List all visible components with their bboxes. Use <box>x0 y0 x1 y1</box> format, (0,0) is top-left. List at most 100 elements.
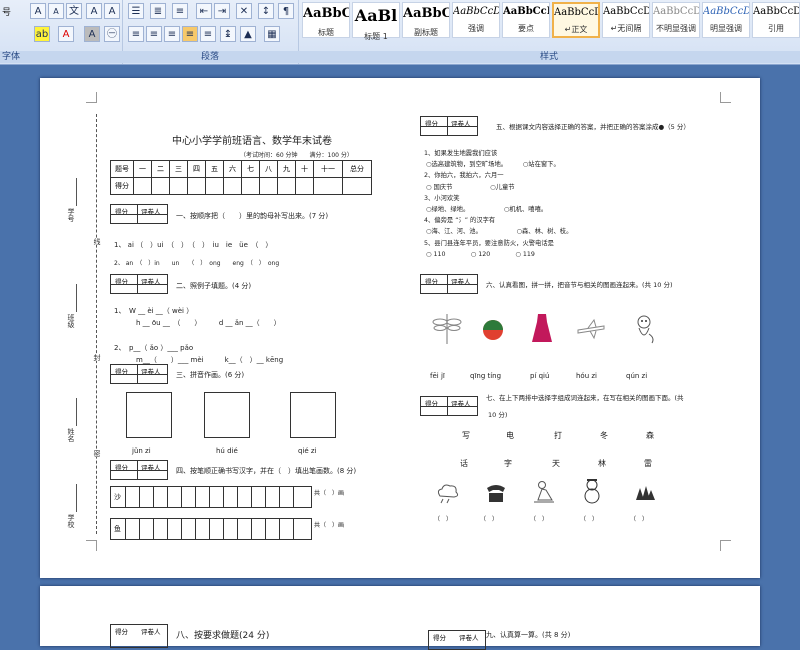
character-border-button[interactable]: A <box>104 3 120 19</box>
highlight-button[interactable]: ab <box>34 26 50 42</box>
distributed-button[interactable]: ≡ <box>200 26 216 42</box>
q7-points: 10 分) <box>488 411 508 419</box>
q4-heading: 四、按笔顺正确书写汉字，并在（ ）填出笔画数。(8 分) <box>176 467 357 475</box>
score-cell[interactable] <box>205 177 224 195</box>
score-cell[interactable] <box>187 177 206 195</box>
score-box-divider <box>111 214 167 215</box>
align-right-button[interactable]: ≡ <box>164 26 180 42</box>
child-writing-image <box>534 481 554 503</box>
style-7[interactable]: AaBbCcDd 不明显强调 <box>652 2 700 38</box>
style-4[interactable]: AaBbCcD 要点 <box>502 2 550 38</box>
score-cell[interactable] <box>295 177 314 195</box>
binding-label: 姓名 <box>67 428 75 442</box>
sort-button[interactable]: ↕ <box>258 3 274 19</box>
shading-button[interactable]: ▲ <box>240 26 256 42</box>
show-marks-button[interactable]: ¶ <box>278 3 294 19</box>
align-center-button[interactable]: ≡ <box>146 26 162 42</box>
score-cell[interactable] <box>169 177 188 195</box>
telephone-image <box>487 485 505 502</box>
increase-indent-button[interactable]: ⇥ <box>214 3 230 19</box>
borders-button[interactable]: ▦ <box>264 26 280 42</box>
enclose-character-button[interactable]: ㊀ <box>104 26 120 42</box>
document-page-1[interactable]: 学号 班级 姓名 学校 线封密 中心小学学前班语言、数学年末试卷 （考试时间：60 分钟… <box>40 78 760 578</box>
writing-cell-divider <box>293 487 308 507</box>
writing-cell-divider <box>153 519 168 539</box>
q7-heading: 七、在上下两排中选择字组成词连起来，在写在相关的图画下面。(共 <box>486 394 684 402</box>
score-box-divider <box>421 126 477 127</box>
chinese-layout-button[interactable]: ✕ <box>236 3 252 19</box>
score-cell[interactable] <box>133 177 152 195</box>
writing-cell-divider <box>223 487 238 507</box>
score-cell[interactable] <box>241 177 260 195</box>
writing-cell-divider <box>251 519 266 539</box>
font-color-button[interactable]: A <box>58 26 74 42</box>
q5-item: 2、你拍六，我拍六，六月一 <box>424 172 504 180</box>
multilevel-list-button[interactable]: ≡ <box>172 3 188 19</box>
binding-label: 班级 <box>67 314 75 328</box>
font-size-box[interactable]: 号 <box>2 5 11 18</box>
style-5[interactable]: AaBbCcDd ↵正文 <box>552 2 600 38</box>
align-left-button[interactable]: ≡ <box>128 26 144 42</box>
q7-blank[interactable]: （ ） <box>530 514 548 523</box>
style-sample: AaBbCcDd <box>753 6 799 17</box>
page2-q9-heading: 九、认真算一算。(共 8 分) <box>486 631 571 639</box>
style-2[interactable]: AaBbC 副标题 <box>402 2 450 38</box>
binding-mark: 线 <box>92 238 102 245</box>
writing-row-1[interactable] <box>110 486 312 508</box>
style-6[interactable]: AaBbCcDd ↵无间隔 <box>602 2 650 38</box>
score-cell[interactable] <box>277 177 296 195</box>
q4-suffix-2: 共（ ）画 <box>314 522 345 529</box>
character-shading-button[interactable]: A <box>84 26 100 42</box>
q5-item: 4、偏旁是 “氵” 的汉字有 <box>424 217 496 225</box>
style-name: 明显强调 <box>710 24 742 33</box>
q7-blank[interactable]: （ ） <box>480 514 498 523</box>
q7-bottom-char: 天 <box>552 459 560 468</box>
q7-top-char: 森 <box>646 431 654 440</box>
drawing-box-3[interactable] <box>290 392 336 438</box>
shrink-font-button[interactable]: A <box>48 3 64 19</box>
style-9[interactable]: AaBbCcDd 引用 <box>752 2 800 38</box>
drawing-box-1[interactable] <box>126 392 172 438</box>
phonetic-guide-button[interactable]: 文 <box>66 3 82 19</box>
writing-row-2[interactable] <box>110 518 312 540</box>
score-grader-box-7: 得分 评卷人 <box>420 396 478 416</box>
drawing-box-2[interactable] <box>204 392 250 438</box>
q6-pinyin: hóu zi <box>576 372 597 380</box>
q7-blank[interactable]: （ ） <box>434 514 452 523</box>
clear-format-button[interactable]: A <box>86 3 102 19</box>
score-box-divider <box>421 406 477 407</box>
style-1[interactable]: AaBl 标题 1 <box>352 2 400 41</box>
justify-button[interactable]: ≡ <box>182 26 198 42</box>
score-header-cell: 七 <box>241 160 260 178</box>
style-3[interactable]: AaBbCcDd 强调 <box>452 2 500 38</box>
score-header-cell: 四 <box>187 160 206 178</box>
numbering-button[interactable]: ≣ <box>150 3 166 19</box>
writing-cell-divider <box>209 487 224 507</box>
paragraph-group-label: 段落 <box>122 51 298 63</box>
q7-blank[interactable]: （ ） <box>630 514 648 523</box>
style-0[interactable]: AaBbC 标题 <box>302 2 350 38</box>
writing-cell-divider <box>153 487 168 507</box>
style-sample: AaBbCcDd <box>554 7 598 18</box>
ribbon: 号 A A 文 A A ab A A ㊀ 字体 ☰ ≣ ≡ ⇤ ⇥ ✕ ↕ ¶ … <box>0 0 800 65</box>
style-8[interactable]: AaBbCcDd 明显强调 <box>702 2 750 38</box>
q3-word-3: qié zi <box>298 447 317 455</box>
writing-cell-divider <box>139 519 154 539</box>
font-group: 号 A A 文 A A ab A A ㊀ 字体 <box>0 0 123 64</box>
score-box-divider <box>111 374 167 375</box>
score-cell[interactable] <box>313 177 343 195</box>
q4-char-1: 沙 <box>114 493 121 501</box>
q7-blank[interactable]: （ ） <box>580 514 598 523</box>
decrease-indent-button[interactable]: ⇤ <box>196 3 212 19</box>
score-cell[interactable] <box>223 177 242 195</box>
score-cell[interactable] <box>151 177 170 195</box>
q2-line-1: 1、 W __ èi __（ wèi ） <box>114 307 194 315</box>
bullets-button[interactable]: ☰ <box>128 3 144 19</box>
line-spacing-button[interactable]: ↨ <box>220 26 236 42</box>
q4-suffix-1: 共（ ）画 <box>314 490 345 497</box>
writing-cell-divider <box>139 487 154 507</box>
grow-font-button[interactable]: A <box>30 3 46 19</box>
score-cell[interactable] <box>342 177 372 195</box>
document-page-2[interactable]: 得分 评卷人 八、按要求做题(24 分) 得分 评卷人 九、认真算一算。(共 8… <box>40 586 760 650</box>
score-cell[interactable] <box>259 177 278 195</box>
